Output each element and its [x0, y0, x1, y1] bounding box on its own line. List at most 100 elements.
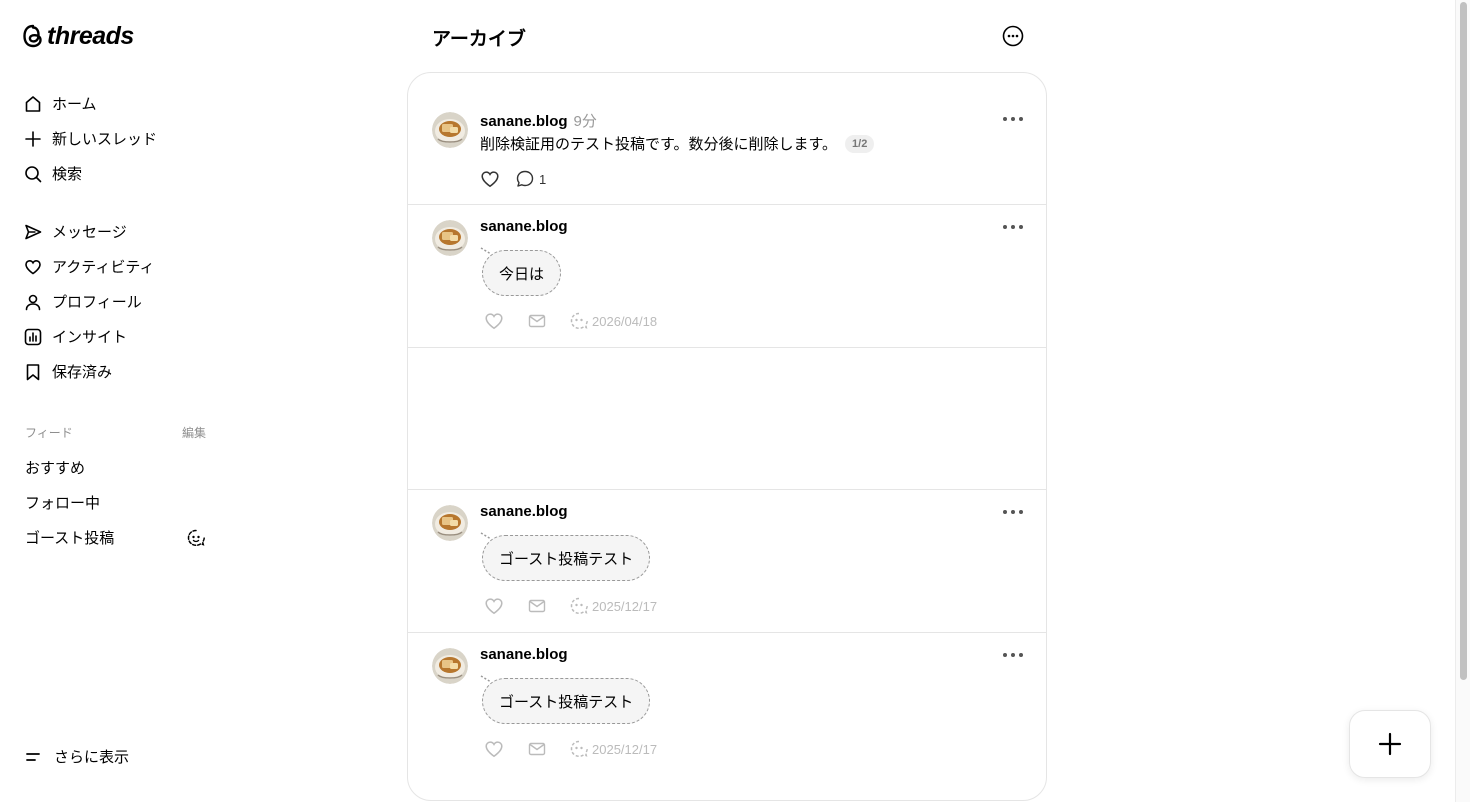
sidebar: threads ホーム 新しいスレッド 検索 メッセージ アクティビティ プロフ…: [0, 0, 240, 802]
more-circle-icon[interactable]: [1002, 25, 1024, 47]
scrollbar-thumb[interactable]: [1460, 2, 1467, 680]
nav-label: 新しいスレッド: [52, 131, 158, 148]
post-username[interactable]: sanane.blog 9分: [480, 110, 597, 131]
ghost-post-bubble[interactable]: ゴースト投稿テスト: [482, 535, 651, 581]
post-text: 削除検証用のテスト投稿です。数分後に削除します。 1/2: [480, 133, 875, 154]
feed-item-following[interactable]: フォロー中: [25, 485, 206, 520]
heart-icon[interactable]: [484, 596, 504, 616]
avatar[interactable]: [432, 648, 468, 684]
ghost-post-bubble[interactable]: ゴースト投稿テスト: [482, 678, 651, 724]
more-options-icon[interactable]: [1002, 222, 1024, 232]
nav-label: プロフィール: [52, 294, 142, 311]
nav-item-home[interactable]: ホーム: [24, 86, 157, 121]
post-item[interactable]: sanane.blog ゴースト投稿テスト 2025/12/17: [408, 490, 1046, 633]
send-icon: [25, 224, 42, 239]
reply-button[interactable]: 1: [515, 169, 546, 189]
nav-item-new-thread[interactable]: 新しいスレッド: [24, 121, 157, 156]
feed-label: おすすめ: [25, 460, 86, 477]
mail-icon[interactable]: [527, 596, 547, 616]
person-icon: [25, 294, 41, 310]
nav-group-main: ホーム 新しいスレッド 検索: [24, 86, 157, 191]
nav-label: 保存済み: [52, 364, 113, 381]
nav-label: ホーム: [52, 96, 97, 113]
mail-icon[interactable]: [527, 311, 547, 331]
username-text: sanane.blog: [480, 113, 568, 130]
post-actions: 2026/04/18: [484, 311, 657, 331]
empty-placeholder: [408, 348, 1046, 490]
post-time: 9分: [573, 113, 597, 130]
heart-icon[interactable]: [484, 311, 504, 331]
feed-item-recommended[interactable]: おすすめ: [25, 450, 206, 485]
more-options-icon[interactable]: [1002, 507, 1024, 517]
post-item[interactable]: sanane.blog 9分 削除検証用のテスト投稿です。数分後に削除します。 1…: [408, 73, 1046, 205]
heart-icon: [25, 259, 41, 274]
feed-item-ghost-posts[interactable]: ゴースト投稿: [25, 520, 206, 555]
feeds-edit-link[interactable]: 編集: [182, 424, 206, 441]
post-date: 2025/12/17: [592, 598, 658, 614]
nav-item-search[interactable]: 検索: [24, 156, 157, 191]
post-actions: 2025/12/17: [484, 739, 657, 759]
avatar-image: [432, 648, 468, 684]
feeds-header: フィード 編集: [25, 424, 206, 441]
more-label: さらに表示: [54, 749, 130, 766]
feeds-heading: フィード: [25, 426, 73, 440]
post-username[interactable]: sanane.blog: [480, 646, 568, 663]
scrollbar[interactable]: [1455, 0, 1470, 802]
ghost-icon: [570, 597, 588, 615]
bookmark-icon: [26, 363, 40, 380]
post-text-content: 削除検証用のテスト投稿です。数分後に削除します。: [480, 136, 838, 153]
nav-item-profile[interactable]: プロフィール: [24, 284, 154, 319]
avatar-image: [432, 220, 468, 256]
post-username[interactable]: sanane.blog: [480, 503, 568, 520]
more-options-icon[interactable]: [1002, 650, 1024, 660]
heart-icon[interactable]: [484, 739, 504, 759]
threads-logo-icon: [23, 24, 42, 48]
logo-text: threads: [47, 22, 134, 50]
more-options-icon[interactable]: [1002, 114, 1024, 124]
avatar[interactable]: [432, 505, 468, 541]
more-menu-button[interactable]: さらに表示: [24, 746, 129, 767]
feed-label: ゴースト投稿: [25, 530, 115, 547]
insights-icon: [24, 328, 42, 345]
mail-icon[interactable]: [527, 739, 547, 759]
home-icon: [25, 95, 41, 112]
feed-list: おすすめ フォロー中 ゴースト投稿: [25, 450, 206, 555]
heart-icon: [481, 171, 499, 188]
ghost-post-bubble[interactable]: 今日は: [482, 250, 562, 296]
like-button[interactable]: [480, 169, 500, 189]
avatar-image: [432, 505, 468, 541]
archive-feed: sanane.blog 9分 削除検証用のテスト投稿です。数分後に削除します。 1…: [407, 72, 1047, 801]
reply-count: 1: [539, 171, 547, 187]
nav-group-secondary: メッセージ アクティビティ プロフィール インサイト 保存済み: [24, 214, 154, 389]
nav-label: メッセージ: [52, 224, 127, 241]
ghost-icon: [570, 740, 588, 758]
avatar-image: [432, 112, 468, 148]
nav-item-insights[interactable]: インサイト: [24, 319, 154, 354]
nav-label: アクティビティ: [52, 259, 155, 276]
avatar[interactable]: [432, 112, 468, 148]
post-date: 2026/04/18: [592, 313, 658, 329]
nav-item-saved[interactable]: 保存済み: [24, 354, 154, 389]
post-date: 2025/12/17: [592, 741, 658, 757]
menu-icon: [26, 752, 40, 761]
nav-item-messages[interactable]: メッセージ: [24, 214, 154, 249]
ghost-icon: [570, 312, 588, 330]
avatar[interactable]: [432, 220, 468, 256]
threads-logo[interactable]: threads: [22, 22, 134, 50]
nav-item-activity[interactable]: アクティビティ: [24, 249, 154, 284]
post-actions: 2025/12/17: [484, 596, 657, 616]
comment-icon: [516, 170, 534, 187]
page-title: アーカイブ: [432, 29, 526, 50]
new-thread-fab[interactable]: [1349, 710, 1431, 778]
post-username[interactable]: sanane.blog: [480, 218, 568, 235]
ghost-icon: [187, 529, 205, 546]
plus-icon: [25, 130, 41, 147]
page-badge: 1/2: [845, 134, 875, 153]
plus-icon: [1378, 732, 1402, 756]
search-icon: [25, 165, 42, 182]
post-item[interactable]: sanane.blog 今日は 2026/04/18: [408, 205, 1046, 348]
feed-label: フォロー中: [25, 495, 101, 512]
nav-label: インサイト: [52, 329, 128, 346]
post-item[interactable]: sanane.blog ゴースト投稿テスト 2025/12/17: [408, 633, 1046, 800]
post-actions: 1: [480, 169, 546, 189]
